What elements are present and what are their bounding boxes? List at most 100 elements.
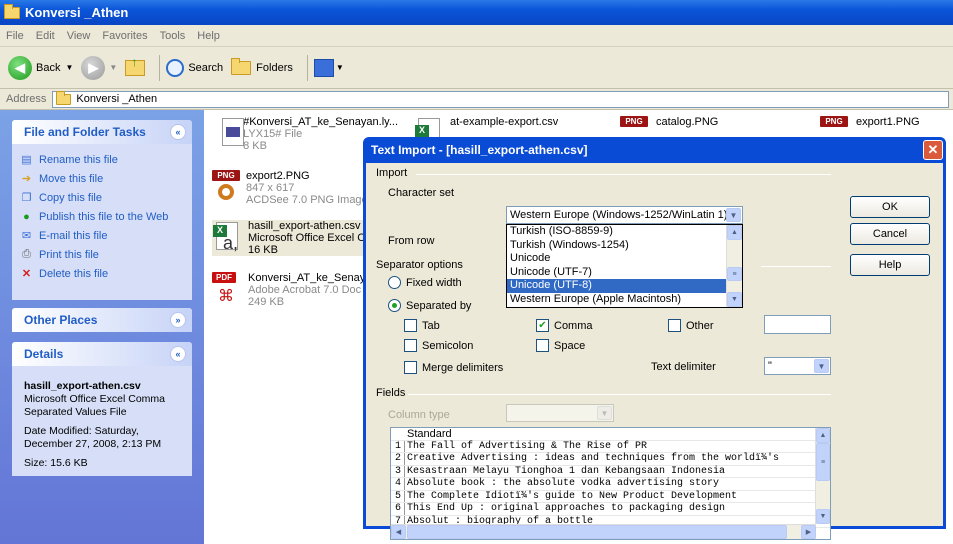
other-places-panel: Other Places » [12, 308, 192, 332]
toolbar-separator [159, 54, 161, 81]
scroll-up-icon[interactable]: ▲ [727, 225, 742, 240]
collapse-icon[interactable]: « [170, 124, 186, 140]
details-size: Size: 15.6 KB [24, 457, 88, 469]
semicolon-checkbox[interactable]: Semicolon [404, 339, 473, 352]
menu-favorites[interactable]: Favorites [102, 30, 147, 42]
collapse-icon[interactable]: « [170, 346, 186, 362]
preview-row: 3 Kesastraan Melayu Tionghoa 1 dan Kebang… [391, 465, 830, 478]
back-arrow-icon: ◀ [8, 55, 32, 80]
globe-icon: ● [23, 210, 30, 223]
task-email[interactable]: ✉ E-mail this file [12, 226, 192, 245]
scroll-down-icon[interactable]: ▼ [727, 292, 742, 307]
up-folder-button[interactable]: ↑ [125, 55, 146, 76]
charset-option[interactable]: Turkish (ISO-8859-9) [507, 225, 727, 239]
charset-select[interactable]: Western Europe (Windows-1252/WinLatin 1)… [506, 206, 743, 224]
lyx-file-icon [218, 116, 244, 150]
dropdown-scrollbar[interactable]: ▲ ≡ ▼ [726, 225, 742, 307]
scroll-left-icon[interactable]: ◀ [391, 525, 406, 539]
toolbar-separator [306, 54, 308, 81]
ok-button[interactable]: OK [850, 196, 930, 218]
forward-button[interactable]: ▶ ▼ [81, 55, 118, 80]
chevron-down-icon: ▼ [65, 63, 74, 72]
checkbox-icon [404, 319, 417, 332]
checkmark-icon: ✔ [536, 319, 549, 332]
scroll-right-icon[interactable]: ▶ [801, 525, 816, 539]
chevron-down-icon[interactable]: ▼ [726, 208, 741, 222]
space-checkbox[interactable]: Space [536, 339, 585, 352]
task-copy[interactable]: ❐ Copy this file [12, 188, 192, 207]
task-pane: File and Folder Tasks « ▤ Rename this fil… [0, 110, 204, 544]
file-item-export2[interactable]: PNG export2.PNG 847 x 617 ACDSee 7.0 PNG I… [212, 170, 368, 206]
scroll-thumb[interactable] [407, 525, 787, 539]
data-preview[interactable]: Standard 1 The Fall of Advertising & The … [390, 427, 831, 540]
chevron-down-icon[interactable]: ▼ [814, 359, 829, 373]
charset-option[interactable]: Unicode (UTF-7) [507, 266, 727, 280]
preview-vertical-scrollbar[interactable]: ▲ ≡ ▼ [815, 428, 830, 524]
separator-divider [761, 266, 831, 267]
file-folder-tasks-header[interactable]: File and Folder Tasks « [12, 120, 192, 144]
scroll-thumb[interactable]: ≡ [816, 443, 830, 481]
move-icon: ➔ [21, 173, 32, 185]
menu-edit[interactable]: Edit [36, 30, 55, 42]
task-rename[interactable]: ▤ Rename this file [12, 150, 192, 169]
checkbox-icon [404, 361, 417, 374]
scroll-up-icon[interactable]: ▲ [816, 428, 830, 443]
column-type-select[interactable]: ▼ [506, 404, 614, 422]
cancel-button[interactable]: Cancel [850, 223, 930, 245]
search-button[interactable]: Search [166, 58, 223, 77]
charset-option[interactable]: Unicode [507, 252, 727, 266]
text-delimiter-label: Text delimiter [651, 361, 716, 373]
details-filetype: Microsoft Office Excel Comma Separated V… [24, 393, 166, 418]
other-checkbox[interactable]: Other [668, 319, 714, 332]
dialog-title-bar: Text Import - [hasill_export-athen.csv] … [366, 137, 943, 163]
chevron-down-icon: ▼ [109, 63, 118, 72]
menu-file[interactable]: File [6, 30, 24, 42]
file-item-hasill-export[interactable]: Xa, hasill_export-athen.csv Microsoft Off… [212, 220, 367, 256]
printer-icon: ⎙ [22, 248, 31, 260]
views-button[interactable]: ▼ [313, 58, 344, 77]
file-item-konversi-pdf[interactable]: PDF ⌘ Konversi_AT_ke_Senay Adobe Acrobat 7… [212, 272, 367, 308]
separated-by-radio[interactable]: Separated by [388, 299, 471, 312]
charset-option[interactable]: Western Europe (Apple Macintosh) [507, 293, 727, 307]
comma-checkbox[interactable]: ✔ Comma [536, 319, 593, 332]
preview-horizontal-scrollbar[interactable]: ◀ ▶ [391, 524, 816, 539]
up-folder-icon: ↑ [125, 55, 146, 76]
task-delete[interactable]: ✕ Delete this file [12, 264, 192, 283]
dialog-title: Text Import - [hasill_export-athen.csv] [371, 143, 588, 157]
expand-icon[interactable]: » [170, 312, 186, 328]
details-header[interactable]: Details « [12, 342, 192, 366]
dialog-body: Import Character set Western Europe (Win… [366, 163, 943, 540]
help-button[interactable]: Help [850, 254, 930, 276]
task-print[interactable]: ⎙ Print this file [12, 245, 192, 264]
other-input[interactable] [764, 315, 831, 334]
tab-checkbox[interactable]: Tab [404, 319, 440, 332]
task-move[interactable]: ➔ Move this file [12, 169, 192, 188]
folders-button[interactable]: Folders [231, 57, 293, 75]
scroll-thumb[interactable]: ≡ [727, 267, 742, 281]
preview-column-header[interactable]: Standard [405, 428, 452, 440]
views-icon [313, 58, 334, 77]
back-button[interactable]: ◀ Back ▼ [8, 55, 74, 80]
chevron-down-icon[interactable]: ▼ [597, 406, 612, 420]
excel-file-icon: Xa, [212, 220, 242, 254]
charset-option-selected[interactable]: Unicode (UTF-8) [507, 279, 727, 293]
chevron-down-icon: ▼ [335, 63, 344, 72]
menu-tools[interactable]: Tools [160, 30, 186, 42]
address-input[interactable]: Konversi _Athen [52, 90, 949, 108]
menu-help[interactable]: Help [197, 30, 220, 42]
merge-delimiters-checkbox[interactable]: Merge delimiters [404, 361, 503, 374]
text-delimiter-select[interactable]: " ▼ [764, 357, 831, 375]
menu-view[interactable]: View [67, 30, 91, 42]
charset-option[interactable]: Turkish (Windows-1254) [507, 239, 727, 253]
scroll-down-icon[interactable]: ▼ [816, 509, 830, 524]
separator-group-label: Separator options [376, 259, 463, 271]
details-modified: Date Modified: Saturday, December 27, 20… [24, 425, 162, 450]
checkbox-icon [668, 319, 681, 332]
radio-button-selected-icon [388, 299, 401, 312]
fixed-width-radio[interactable]: Fixed width [388, 276, 462, 289]
other-places-header[interactable]: Other Places » [12, 308, 192, 332]
close-icon[interactable]: ✕ [923, 140, 943, 160]
charset-dropdown-list: Turkish (ISO-8859-9) Turkish (Windows-12… [506, 224, 743, 308]
address-bar: Address Konversi _Athen [0, 89, 953, 110]
task-publish[interactable]: ● Publish this file to the Web [12, 207, 192, 226]
